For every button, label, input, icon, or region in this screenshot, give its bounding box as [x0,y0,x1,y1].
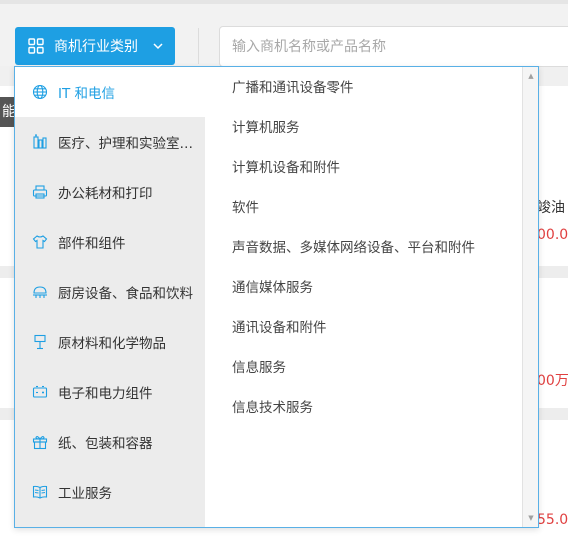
printer-icon [32,184,48,200]
gift-icon [32,434,48,450]
toolbar-divider [198,28,199,64]
kitchen-icon [32,284,48,300]
category-item-medical[interactable]: 医疗、护理和实验室设备 [15,117,205,167]
background-price: 00万 [537,373,568,389]
subcategory-item[interactable]: 软件 [232,197,259,219]
dropdown-scrollbar[interactable]: ▲ ▼ [522,67,538,527]
background-price: 00.0 [537,227,568,243]
category-item-it-telecom[interactable]: IT 和电信 [15,67,205,117]
globe-icon [32,84,48,100]
category-button-label: 商机行业类别 [54,39,138,55]
category-label: 部件和组件 [58,236,126,252]
category-item-materials[interactable]: 原材料和化学物品 [15,317,205,367]
category-label: 医疗、护理和实验室设备 [58,136,201,152]
category-item-packaging[interactable]: 纸、包装和容器 [15,417,205,467]
category-label: 办公耗材和打印 [58,186,153,202]
category-label: IT 和电信 [58,86,116,102]
medical-icon [32,134,48,150]
subcategory-item[interactable]: 通讯设备和附件 [232,317,327,339]
background-price: 55.0 [537,512,568,528]
subcategory-item[interactable]: 计算机设备和附件 [232,157,340,179]
flask-icon [32,334,48,350]
category-item-parts[interactable]: 部件和组件 [15,217,205,267]
category-dropdown-button[interactable]: 商机行业类别 [15,27,175,65]
book-icon [32,484,48,500]
subcategory-item[interactable]: 声音数据、多媒体网络设备、平台和附件 [232,237,475,259]
chevron-down-icon [152,40,164,52]
background-snippet: 竣油 [537,200,565,216]
category-item-industrial[interactable]: 工业服务 [15,467,205,517]
category-label: 电子和电力组件 [58,386,153,402]
shirt-icon [32,234,48,250]
scroll-up-arrow-icon[interactable]: ▲ [523,69,539,83]
grid-icon [28,38,44,54]
category-dropdown-panel: IT 和电信 医疗、护理和实验室设备 办公耗材和打印 部件和组件 厨房设备、食品… [14,66,539,528]
category-label: 原材料和化学物品 [58,336,166,352]
subcategory-item[interactable]: 信息服务 [232,357,286,379]
category-item-office[interactable]: 办公耗材和打印 [15,167,205,217]
subcategory-item[interactable]: 广播和通讯设备零件 [232,77,354,99]
subcategory-item[interactable]: 通信媒体服务 [232,277,313,299]
category-label: 纸、包装和容器 [58,436,153,452]
search-input[interactable] [219,26,568,67]
category-label: 厨房设备、食品和饮料 [58,286,193,302]
top-bar: 商机行业类别 [0,0,568,67]
category-item-electronics[interactable]: 电子和电力组件 [15,367,205,417]
subcategory-item[interactable]: 信息技术服务 [232,397,313,419]
category-item-kitchen[interactable]: 厨房设备、食品和饮料 [15,267,205,317]
subcategory-item[interactable]: 计算机服务 [232,117,300,139]
scroll-down-arrow-icon[interactable]: ▼ [523,511,539,525]
category-label: 工业服务 [58,486,112,502]
battery-icon [32,384,48,400]
category-list: IT 和电信 医疗、护理和实验室设备 办公耗材和打印 部件和组件 厨房设备、食品… [15,67,205,527]
